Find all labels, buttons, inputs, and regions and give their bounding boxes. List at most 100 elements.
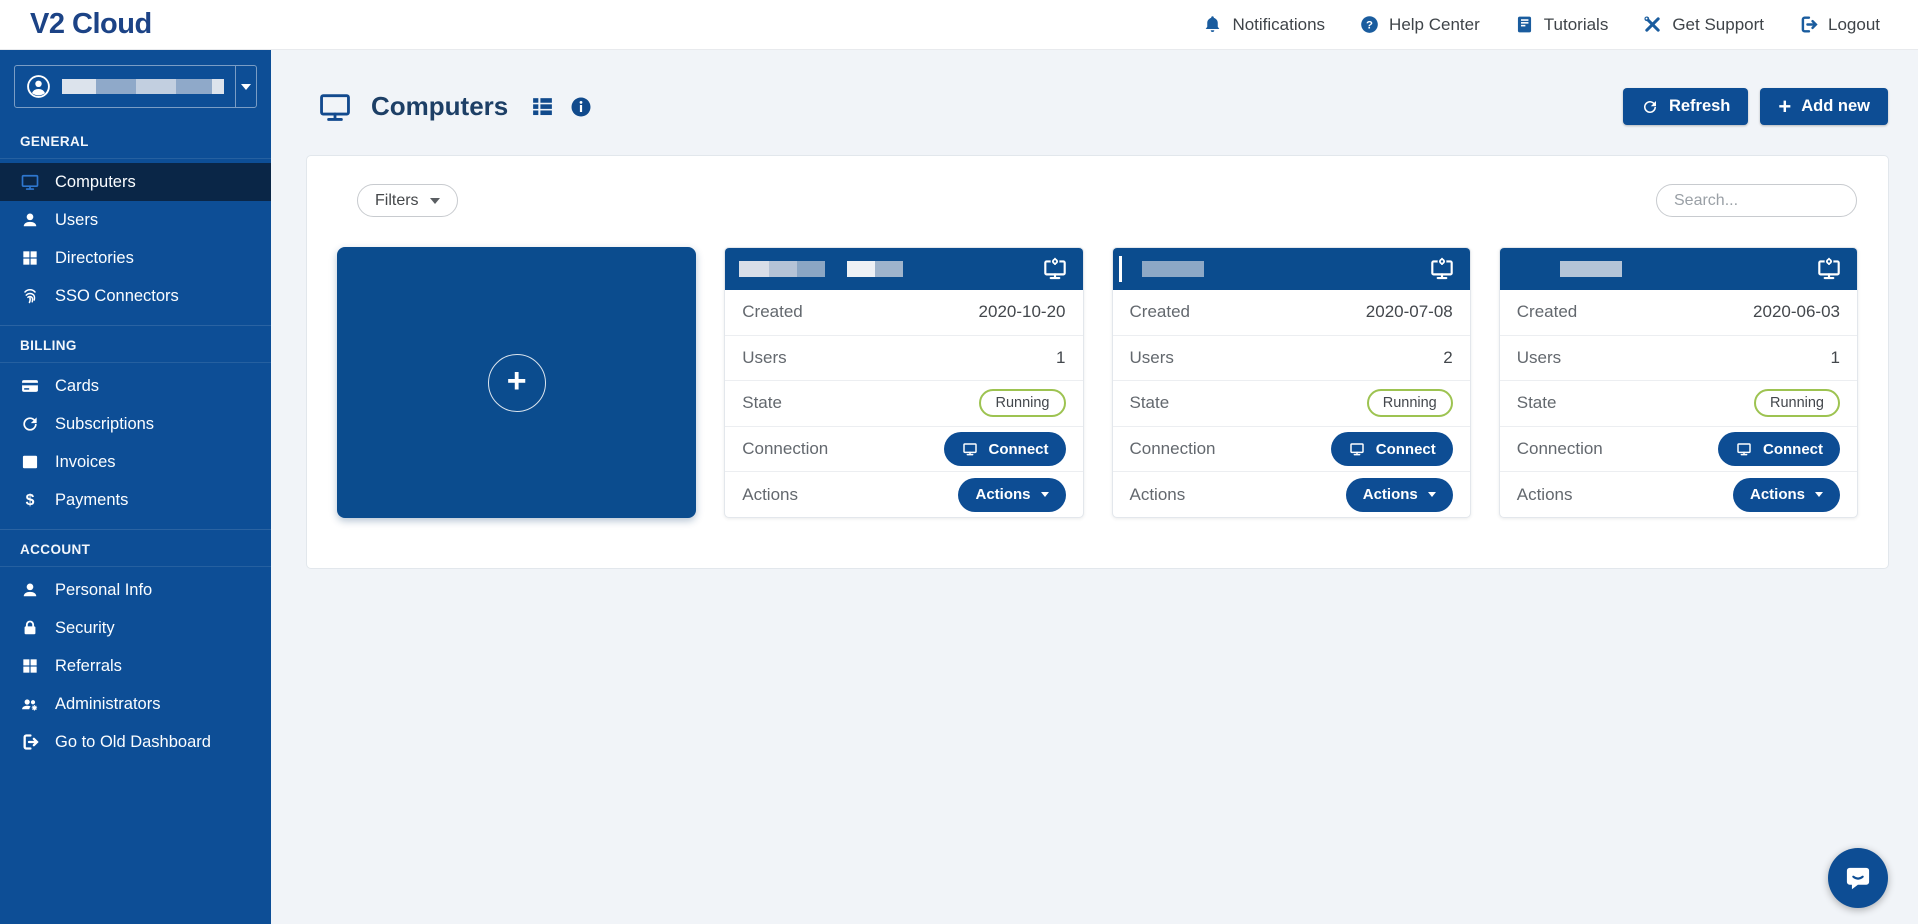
app-logo[interactable]: V2 Cloud — [30, 8, 152, 41]
header-actions: Refresh + Add new — [1623, 88, 1888, 125]
dollar-icon: $ — [20, 490, 40, 510]
sidebar-item-label: Security — [55, 619, 115, 638]
bell-icon — [1202, 14, 1223, 35]
nav-help-center[interactable]: ? Help Center — [1359, 14, 1480, 35]
connect-button-label: Connect — [1763, 441, 1823, 458]
computer-card-header[interactable] — [1500, 248, 1857, 290]
actions-button-label: Actions — [1750, 486, 1805, 503]
svg-text:?: ? — [1366, 20, 1373, 32]
sidebar-item-subscriptions[interactable]: Subscriptions — [0, 405, 271, 443]
logout-icon — [1798, 14, 1819, 35]
filters-button[interactable]: Filters — [357, 184, 458, 217]
sidebar-item-label: Computers — [55, 173, 136, 192]
connect-button-label: Connect — [989, 441, 1049, 458]
connect-button[interactable]: Connect — [1331, 432, 1453, 466]
computer-card-header[interactable] — [725, 248, 1082, 290]
connect-button[interactable]: Connect — [1718, 432, 1840, 466]
person-icon — [20, 210, 40, 230]
nav-logout[interactable]: Logout — [1798, 14, 1880, 35]
credit-card-icon — [20, 376, 40, 396]
actions-dropdown-button[interactable]: Actions — [1733, 478, 1840, 512]
nav-tutorials[interactable]: Tutorials — [1514, 14, 1609, 35]
sidebar-item-administrators[interactable]: Administrators — [0, 685, 271, 723]
connect-button[interactable]: Connect — [944, 432, 1066, 466]
sidebar-item-directories[interactable]: Directories — [0, 239, 271, 277]
sidebar-item-invoices[interactable]: Invoices — [0, 443, 271, 481]
windows-icon — [20, 656, 40, 676]
monitor-icon — [315, 90, 355, 124]
computer-settings-icon[interactable] — [1428, 256, 1456, 282]
computer-settings-icon[interactable] — [1041, 256, 1069, 282]
sidebar-item-old-dashboard[interactable]: Go to Old Dashboard — [0, 723, 271, 761]
actions-dropdown-button[interactable]: Actions — [1346, 478, 1453, 512]
computer-card-body: Created 2020-06-03 Users 1 State Running — [1500, 290, 1857, 517]
sidebar-item-sso-connectors[interactable]: SSO Connectors — [0, 277, 271, 315]
nav-get-support[interactable]: Get Support — [1642, 14, 1764, 35]
sidebar-item-label: Invoices — [55, 453, 116, 472]
sidebar-item-security[interactable]: Security — [0, 609, 271, 647]
created-row: Created 2020-10-20 — [725, 290, 1082, 335]
info-icon[interactable] — [569, 95, 593, 119]
created-value: 2020-07-08 — [1366, 302, 1453, 322]
users-row: Users 1 — [1500, 335, 1857, 381]
sidebar-item-label: Users — [55, 211, 98, 230]
nav-logout-label: Logout — [1828, 15, 1880, 35]
list-view-icon[interactable] — [530, 94, 555, 119]
sidebar-item-users[interactable]: Users — [0, 201, 271, 239]
users-label: Users — [1517, 348, 1561, 368]
monitor-icon — [961, 441, 979, 457]
computer-card-body: Created 2020-07-08 Users 2 State Running — [1113, 290, 1470, 517]
users-row: Users 1 — [725, 335, 1082, 381]
refresh-icon — [1641, 98, 1659, 116]
state-row: State Running — [1500, 380, 1857, 426]
actions-label: Actions — [742, 485, 798, 505]
sidebar-section-account: ACCOUNT Personal Info Security Referrals… — [0, 529, 271, 769]
refresh-button[interactable]: Refresh — [1623, 88, 1748, 125]
users-row: Users 2 — [1113, 335, 1470, 381]
sidebar-item-referrals[interactable]: Referrals — [0, 647, 271, 685]
account-selector-caret[interactable] — [235, 66, 256, 107]
sidebar-item-personal-info[interactable]: Personal Info — [0, 571, 271, 609]
cards-row: + Created — [337, 247, 1858, 518]
connection-label: Connection — [742, 439, 828, 459]
sidebar-item-label: Personal Info — [55, 581, 152, 600]
status-badge: Running — [1367, 389, 1453, 417]
tools-icon — [1642, 14, 1663, 35]
state-label: State — [742, 393, 782, 413]
sidebar-item-label: Administrators — [55, 695, 160, 714]
plus-circle-icon: + — [488, 354, 546, 412]
nav-notifications[interactable]: Notifications — [1202, 14, 1325, 35]
nav-help-center-label: Help Center — [1389, 15, 1480, 35]
sidebar-item-label: Directories — [55, 249, 134, 268]
users-label: Users — [742, 348, 786, 368]
nav-notifications-label: Notifications — [1232, 15, 1325, 35]
add-new-button[interactable]: + Add new — [1760, 88, 1888, 125]
add-computer-card[interactable]: + — [337, 247, 696, 518]
chevron-down-icon — [1815, 492, 1823, 497]
sidebar-item-payments[interactable]: $ Payments — [0, 481, 271, 519]
search-input[interactable] — [1656, 184, 1857, 217]
state-label: State — [1517, 393, 1557, 413]
account-selector — [14, 65, 257, 108]
nav-get-support-label: Get Support — [1672, 15, 1764, 35]
lock-icon — [20, 618, 40, 638]
sidebar-item-computers[interactable]: Computers — [0, 163, 271, 201]
avatar-icon — [26, 74, 51, 99]
computer-name-redacted — [1142, 261, 1204, 277]
computer-card-header[interactable] — [1113, 248, 1470, 290]
users-value: 2 — [1443, 348, 1452, 368]
chat-widget-button[interactable] — [1828, 848, 1888, 908]
screen: V2 Cloud Notifications ? Help Center Tut… — [0, 0, 1918, 924]
connection-row: Connection Connect — [1500, 426, 1857, 472]
created-value: 2020-06-03 — [1753, 302, 1840, 322]
computer-settings-icon[interactable] — [1815, 256, 1843, 282]
sidebar-item-cards[interactable]: Cards — [0, 367, 271, 405]
section-title: GENERAL — [0, 122, 271, 159]
computer-name-redacted — [1560, 261, 1622, 277]
actions-dropdown-button[interactable]: Actions — [958, 478, 1065, 512]
page-title: Computers — [371, 91, 508, 122]
connection-row: Connection Connect — [725, 426, 1082, 472]
account-selector-main[interactable] — [15, 66, 235, 107]
created-row: Created 2020-07-08 — [1113, 290, 1470, 335]
chevron-down-icon — [1428, 492, 1436, 497]
